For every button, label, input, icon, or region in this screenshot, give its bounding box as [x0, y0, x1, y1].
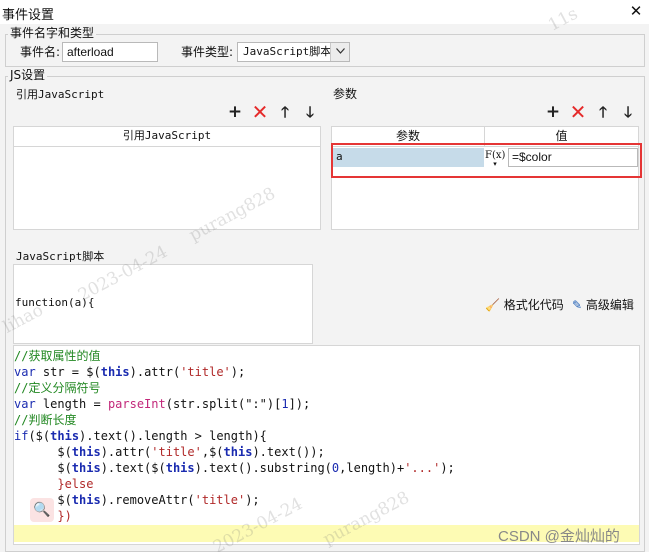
code-token: 'title'	[151, 445, 202, 459]
code-token: this	[71, 493, 101, 507]
params-section-label: 参数	[333, 87, 358, 101]
delete-reference-icon[interactable]: ✕	[251, 102, 269, 122]
code-token: 'title'	[194, 493, 246, 507]
code-token: if	[14, 429, 29, 443]
code-line: $(this).text($(this).text().substring(0,…	[14, 460, 455, 476]
code-token: $(	[14, 493, 72, 507]
event-group-label: 事件名字和类型	[8, 26, 97, 40]
code-token: $(	[14, 445, 72, 459]
advanced-edit-label: 高级编辑	[585, 298, 634, 312]
code-token: $(	[14, 461, 72, 475]
edit-icon: ✎	[572, 298, 583, 312]
add-param-icon[interactable]: +	[544, 103, 562, 121]
code-token: ,length)+	[339, 461, 405, 475]
code-token: //获取属性的值	[14, 349, 101, 363]
code-line: //获取属性的值	[14, 348, 100, 364]
format-code-button[interactable]: 🧹 格式化代码	[485, 297, 564, 313]
code-token: ).text().substring(	[194, 461, 332, 475]
window-title: 事件设置	[2, 8, 55, 23]
js-settings-label: JS设置	[8, 68, 48, 82]
code-token: this	[165, 461, 195, 475]
chevron-down-icon[interactable]	[330, 43, 349, 61]
event-name-input[interactable]: afterload	[62, 42, 158, 62]
highlight-box	[331, 143, 642, 178]
code-token: var	[14, 365, 36, 379]
code-token: ).text().length > length){	[79, 429, 267, 443]
move-up-param-icon[interactable]: 🡑	[594, 103, 612, 121]
script-section-label: JavaScript脚本	[16, 250, 105, 263]
csdn-watermark: CSDN @金灿灿的	[498, 528, 620, 545]
code-token: 1	[281, 397, 289, 411]
code-token: }else	[14, 477, 94, 491]
code-line: var length = parseInt(str.split(":")[1])…	[14, 396, 310, 412]
code-token: this	[100, 365, 130, 379]
code-token: this	[223, 445, 253, 459]
code-token: );	[230, 365, 246, 379]
code-token: ).text($(	[100, 461, 166, 475]
code-token: (str.split(":")[	[165, 397, 282, 411]
code-token: this	[50, 429, 80, 443]
code-token: );	[440, 461, 455, 475]
code-token: //定义分隔符号	[14, 381, 101, 395]
event-type-value: JavaScript脚本	[243, 45, 332, 58]
code-token: length =	[35, 397, 108, 411]
references-section-label: 引用JavaScript	[16, 88, 105, 101]
code-token: );	[245, 493, 260, 507]
code-token: parseInt	[107, 397, 166, 411]
code-token: this	[71, 445, 101, 459]
code-token: //判断长度	[14, 413, 77, 427]
references-column-header: 引用JavaScript	[14, 127, 320, 147]
code-line: if($(this).text().length > length){	[14, 428, 267, 444]
code-line: }else	[14, 476, 93, 492]
code-token: this	[71, 461, 101, 475]
close-button[interactable]: ✕	[627, 2, 645, 20]
code-line: //判断长度	[14, 412, 76, 428]
code-token: '...'	[404, 461, 441, 475]
event-name-label: 事件名:	[20, 45, 61, 59]
format-code-label: 格式化代码	[503, 298, 564, 312]
delete-param-icon[interactable]: ✕	[569, 102, 587, 122]
code-token: ).text());	[252, 445, 325, 459]
broom-icon: 🧹	[485, 298, 500, 312]
code-token: ($(	[28, 429, 51, 443]
code-token: ).attr(	[100, 445, 152, 459]
code-token: str = $(	[35, 365, 101, 379]
code-token: 'title'	[180, 365, 231, 379]
code-line: $(this).removeAttr('title');	[14, 492, 260, 508]
move-down-reference-icon[interactable]: 🡓	[301, 103, 319, 121]
move-down-param-icon[interactable]: 🡓	[619, 103, 637, 121]
add-reference-icon[interactable]: +	[226, 103, 244, 121]
code-token: ]);	[288, 397, 311, 411]
code-token: ,$(	[201, 445, 224, 459]
advanced-edit-button[interactable]: ✎ 高级编辑	[572, 297, 634, 313]
event-type-select[interactable]: JavaScript脚本	[237, 42, 350, 62]
code-line: })	[14, 508, 72, 524]
code-token: ).attr(	[129, 365, 181, 379]
event-type-label: 事件类型:	[181, 45, 234, 59]
params-table[interactable]: 参数 值 a F(x) ▾ =$color	[331, 126, 639, 230]
code-token: var	[14, 397, 36, 411]
references-table[interactable]: 引用JavaScript	[13, 126, 321, 230]
code-editor[interactable]: 🔍 //获取属性的值 var str = $(this).attr('title'…	[13, 345, 640, 545]
code-line: var str = $(this).attr('title');	[14, 364, 245, 380]
scrolled-line-fragment	[14, 346, 639, 349]
code-token: ).removeAttr(	[100, 493, 195, 507]
code-token: })	[14, 509, 72, 523]
code-line: //定义分隔符号	[14, 380, 100, 396]
code-line: $(this).attr('title',$(this).text());	[14, 444, 325, 460]
move-up-reference-icon[interactable]: 🡑	[276, 103, 294, 121]
